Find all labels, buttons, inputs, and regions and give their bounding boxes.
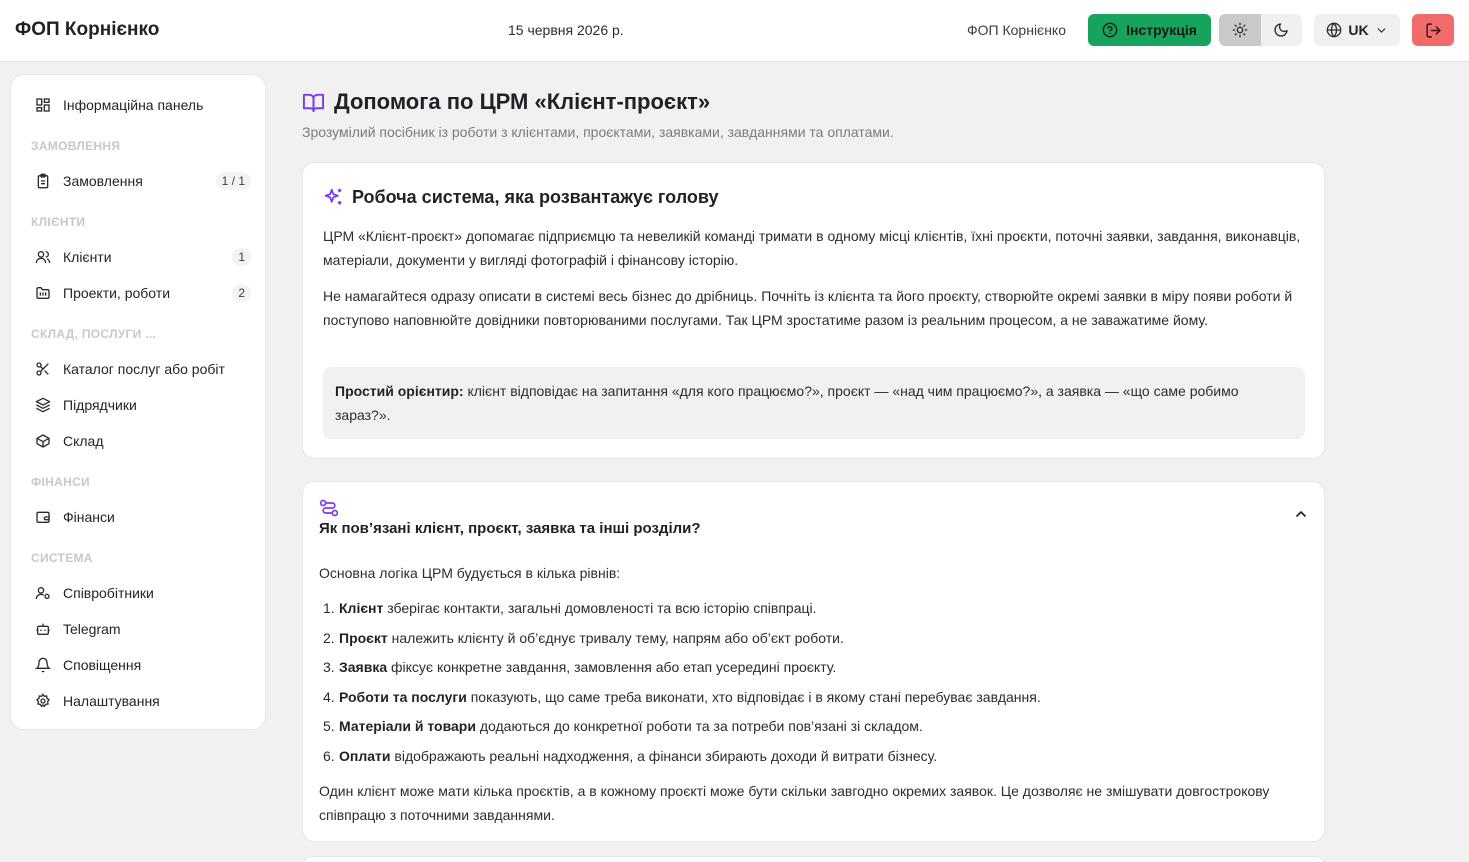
- relations-intro: Основна логіка ЦРМ будується в кілька рі…: [319, 565, 621, 581]
- clipboard-icon: [35, 173, 51, 189]
- current-date: 15 червня 2026 р.: [508, 22, 624, 38]
- moon-icon: [1274, 23, 1288, 37]
- list-item: 5. Матеріали й товари додаються до конкре…: [323, 718, 923, 735]
- list-item: 6. Оплати відображають реальні надходженн…: [323, 747, 938, 764]
- section-warehouse: СКЛАД, ПОСЛУГИ ...: [31, 327, 157, 341]
- folder-icon: [35, 285, 51, 301]
- sidebar-item-label: Співробітники: [63, 585, 154, 601]
- globe-icon: [1327, 22, 1342, 38]
- chevron-down-icon: [1377, 27, 1385, 33]
- section-clients: КЛІЄНТИ: [31, 215, 86, 229]
- users-icon: [35, 249, 51, 265]
- relations-list: 1. Клієнт зберігає контакти, загальні дом…: [319, 594, 1299, 772]
- sidebar-item-finance[interactable]: Фінанси: [25, 501, 253, 533]
- sidebar-item-label: Сповіщення: [63, 657, 142, 673]
- intro-paragraph-2: Не намагайтеся одразу описати в системі …: [323, 288, 1293, 328]
- section-system: СИСТЕМА: [31, 551, 93, 565]
- section-orders: ЗАМОВЛЕННЯ: [31, 139, 121, 153]
- sidebar-item-label: Налаштування: [63, 693, 160, 709]
- dark-theme-button[interactable]: [1261, 14, 1303, 46]
- help-button[interactable]: Інструкція: [1088, 14, 1211, 46]
- sidebar-item-label: Проекти, роботи: [63, 285, 171, 301]
- sun-icon: [1232, 22, 1248, 38]
- gear-icon: [35, 693, 51, 709]
- page-title: Допомога по ЦРМ «Клієнт-проєкт»: [334, 89, 711, 114]
- list-item: 4. Роботи та послуги показують, що саме т…: [323, 688, 1041, 705]
- intro-card-header: Робоча система, яка розвантажує голову: [323, 187, 719, 208]
- bell-icon: [35, 657, 51, 673]
- theme-toggle: [1219, 14, 1302, 46]
- sidebar-item-label: Замовлення: [63, 173, 143, 189]
- sidebar-item-label: Інформаційна панель: [63, 97, 204, 113]
- relations-outro: Один клієнт може мати кілька проєктів, а…: [319, 783, 1270, 823]
- section-finance: ФІНАНСИ: [31, 475, 90, 489]
- brand-title[interactable]: ФОП Корнієнко: [15, 19, 159, 41]
- intro-card-title: Робоча система, яка розвантажує голову: [352, 187, 719, 207]
- sidebar-item-label: Клієнти: [63, 249, 112, 265]
- book-open-icon: [302, 93, 325, 112]
- dashboard-icon: [35, 97, 51, 113]
- sidebar-item-clients[interactable]: Клієнти 1: [25, 241, 253, 273]
- sidebar-item-dashboard[interactable]: Інформаційна панель: [25, 89, 253, 121]
- sidebar-item-label: Фінанси: [63, 509, 115, 525]
- next-card: [302, 856, 1325, 862]
- projects-count-badge: 2: [232, 284, 251, 302]
- clients-count-badge: 1: [232, 248, 251, 266]
- sidebar-item-label: Каталог послуг або робіт: [63, 361, 225, 377]
- tip-label: Простий орієнтир:: [335, 383, 464, 399]
- sidebar-item-warehouse[interactable]: Склад: [25, 425, 253, 457]
- chevron-up-icon: [1296, 511, 1306, 517]
- route-icon: [319, 499, 339, 517]
- page-subtitle: Зрозумілий посібник із роботи з клієнтам…: [302, 124, 894, 140]
- relations-card-title[interactable]: Як пов’язані клієнт, проєкт, заявка та і…: [319, 520, 701, 537]
- sidebar-item-settings[interactable]: Налаштування: [25, 685, 253, 717]
- sidebar-item-label: Підрядчики: [63, 397, 137, 413]
- sidebar-item-projects[interactable]: Проекти, роботи 2: [25, 277, 253, 309]
- user-cog-icon: [35, 585, 51, 601]
- language-select[interactable]: UK: [1314, 14, 1400, 46]
- sidebar-item-notifications[interactable]: Сповіщення: [25, 649, 253, 681]
- tip-text: клієнт відповідає на запитання «для кого…: [335, 383, 1239, 423]
- sparkles-icon: [324, 188, 342, 205]
- sidebar-item-orders[interactable]: Замовлення 1 / 1: [25, 165, 253, 197]
- bot-icon: [35, 621, 51, 637]
- logout-button[interactable]: [1412, 14, 1454, 46]
- intro-paragraph-1: ЦРМ «Клієнт-проєкт» допомагає підприємцю…: [323, 228, 1301, 268]
- orders-count-badge: 1 / 1: [215, 172, 251, 190]
- language-label: UK: [1348, 22, 1369, 38]
- user-name: ФОП Корнієнко: [967, 22, 1066, 38]
- intro-card: Робоча система, яка розвантажує голову Ц…: [302, 162, 1325, 459]
- layers-icon: [35, 397, 51, 413]
- scissors-icon: [35, 361, 51, 377]
- sidebar-item-employees[interactable]: Співробітники: [25, 577, 253, 609]
- logout-icon: [1425, 22, 1441, 38]
- page-header: Допомога по ЦРМ «Клієнт-проєкт»: [302, 89, 710, 115]
- relations-card: Як пов’язані клієнт, проєкт, заявка та і…: [302, 481, 1325, 842]
- sidebar: Інформаційна панель ЗАМОВЛЕННЯ Замовленн…: [10, 74, 266, 730]
- wallet-icon: [35, 509, 51, 525]
- top-bar: ФОП Корнієнко 15 червня 2026 р. ФОП Корн…: [0, 0, 1469, 62]
- tip-box: Простий орієнтир: клієнт відповідає на з…: [323, 367, 1305, 439]
- help-circle-icon: [1102, 22, 1118, 38]
- sidebar-item-telegram[interactable]: Telegram: [25, 613, 253, 645]
- help-button-label: Інструкція: [1126, 22, 1197, 38]
- list-item: 1. Клієнт зберігає контакти, загальні дом…: [323, 600, 817, 616]
- sidebar-item-catalog[interactable]: Каталог послуг або робіт: [25, 353, 253, 385]
- list-item: 2. Проєкт належить клієнту й об’єднує три…: [323, 629, 844, 646]
- sidebar-item-label: Склад: [63, 433, 104, 449]
- box-icon: [35, 433, 51, 449]
- light-theme-button[interactable]: [1219, 14, 1261, 46]
- sidebar-item-label: Telegram: [63, 621, 121, 637]
- list-item: 3. Заявка фіксує конкретне завдання, замо…: [323, 659, 837, 676]
- collapse-button[interactable]: [1291, 504, 1311, 524]
- sidebar-item-contractors[interactable]: Підрядчики: [25, 389, 253, 421]
